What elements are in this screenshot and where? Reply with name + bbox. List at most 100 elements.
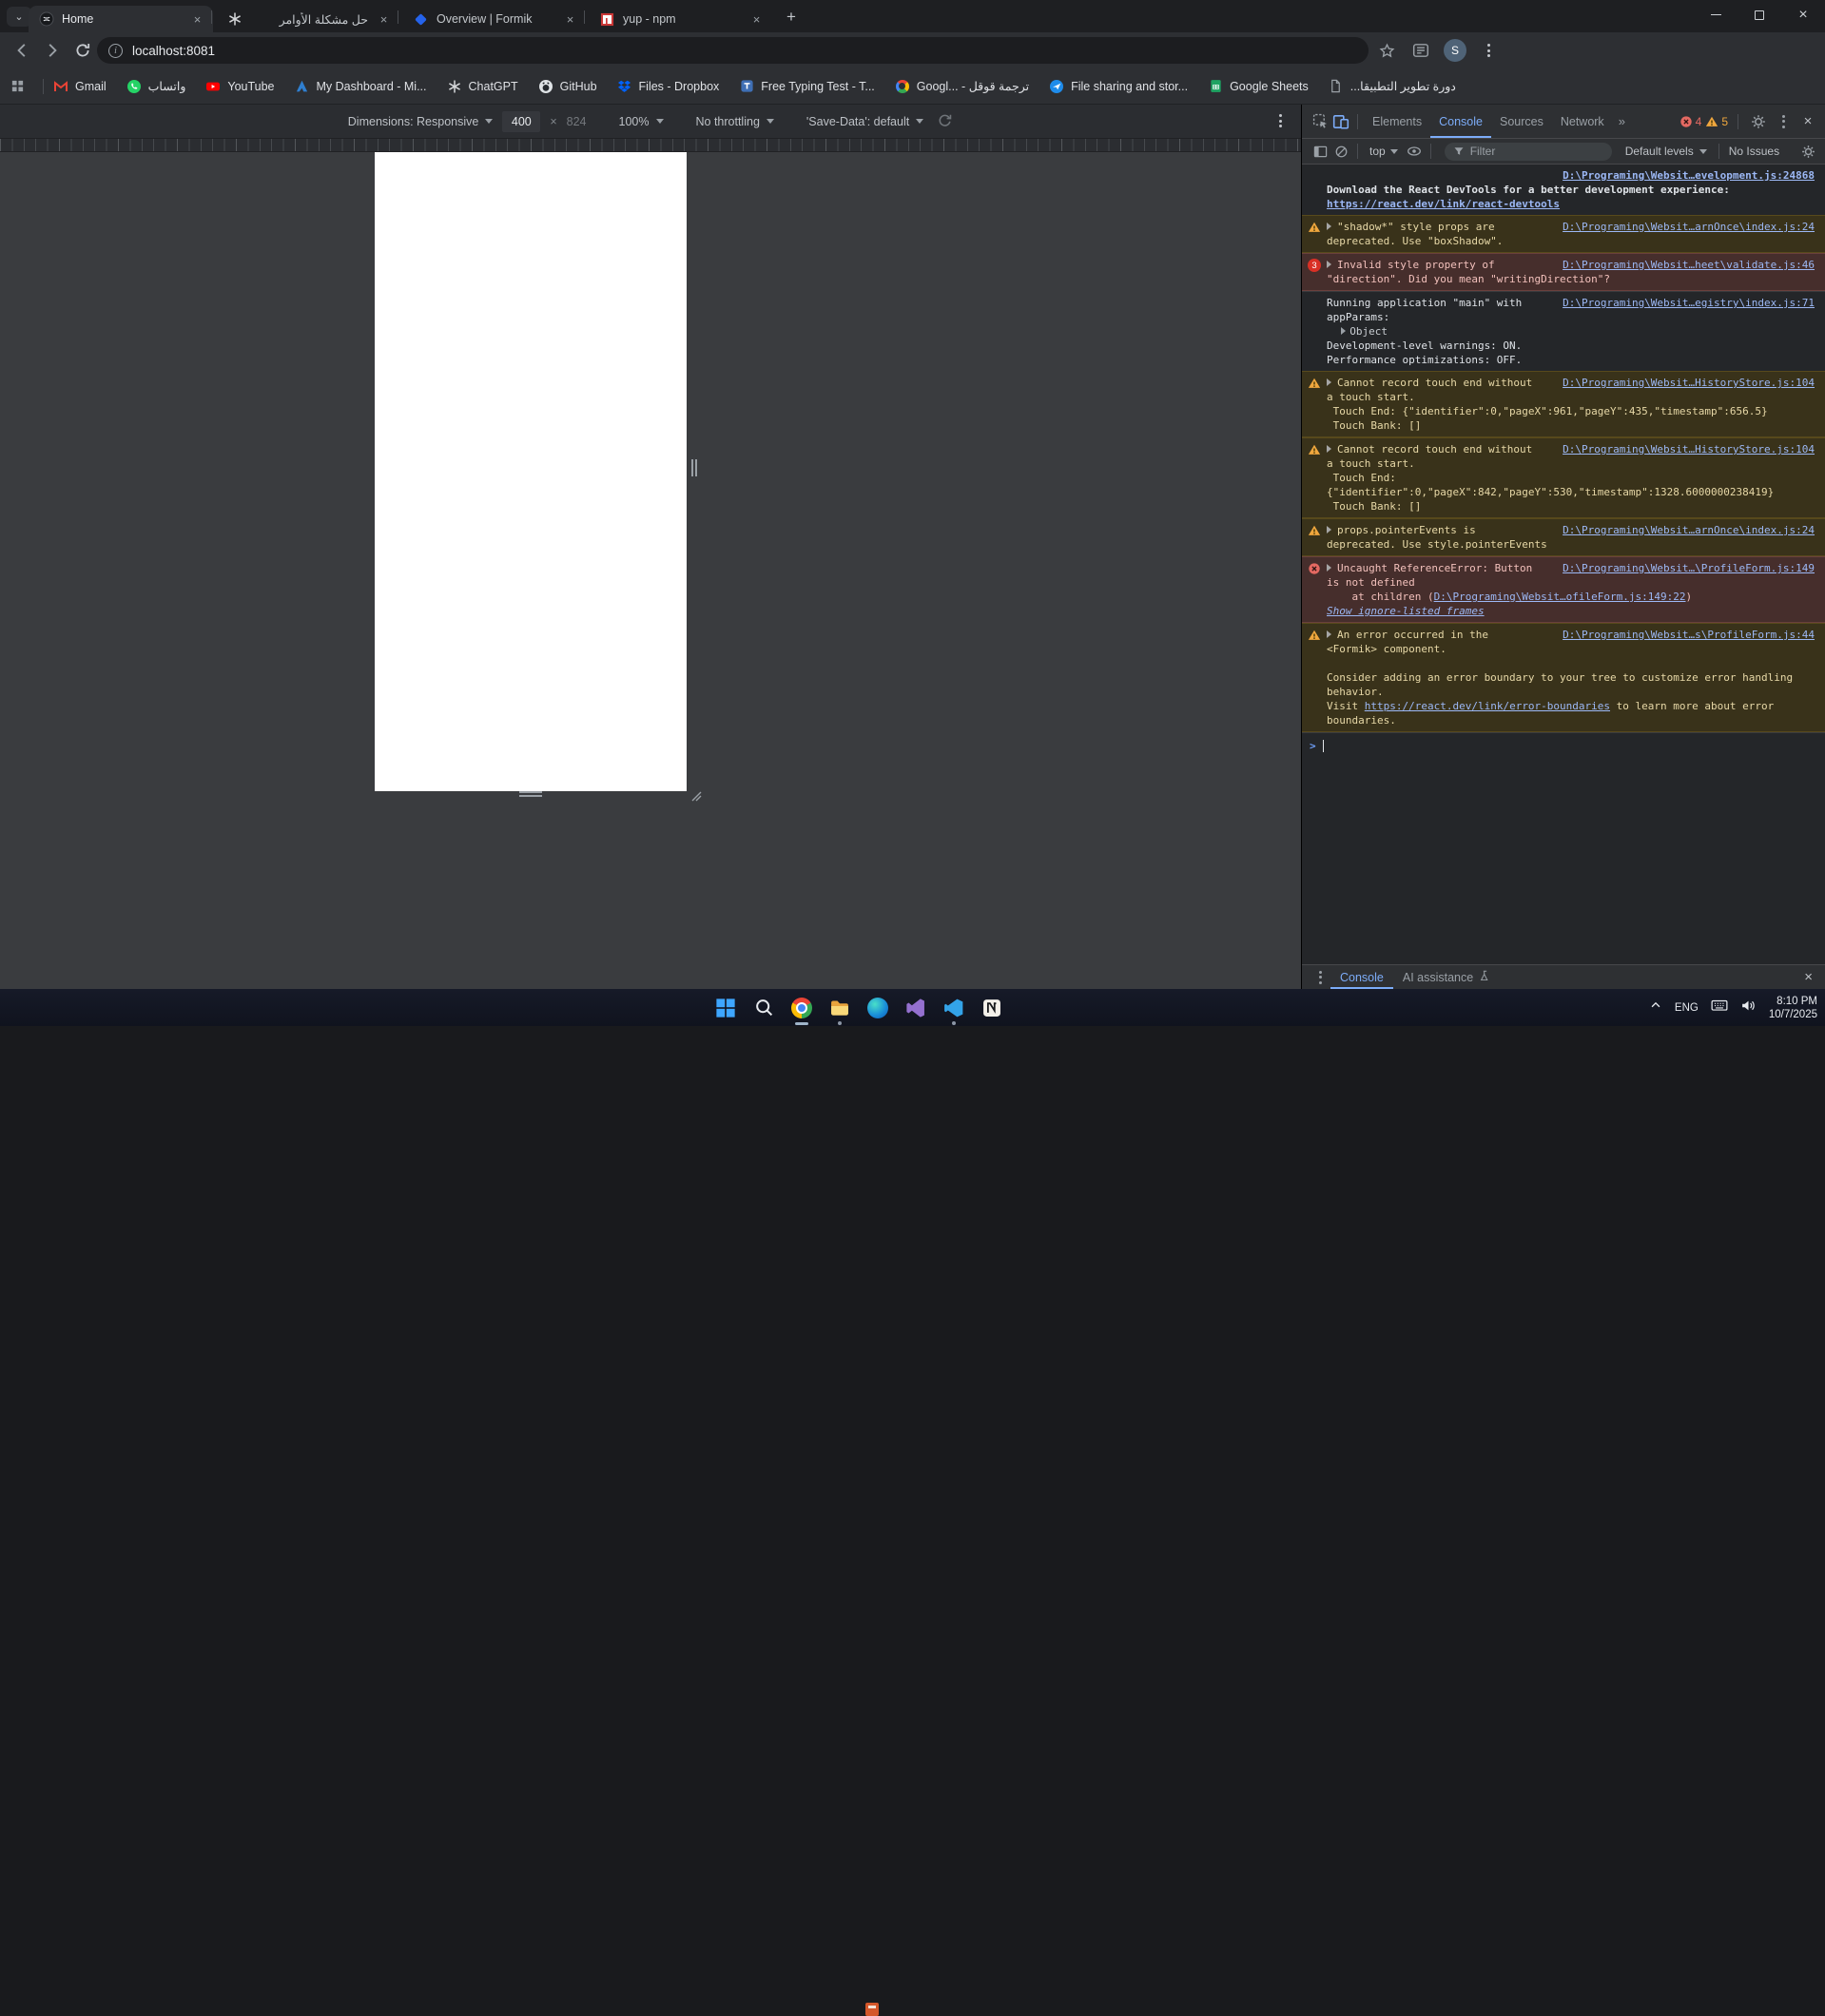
reload-button[interactable]	[70, 38, 95, 63]
taskbar-chrome-button[interactable]	[787, 994, 816, 1025]
window-minimize-button[interactable]	[1694, 0, 1738, 29]
source-location-link[interactable]: D:\Programing\Websit…HistoryStore.js:104	[1563, 442, 1815, 456]
tab-close-button[interactable]: ×	[376, 11, 392, 28]
save-data-select[interactable]: 'Save-Data': default	[806, 115, 924, 128]
taskbar-start-button[interactable]	[711, 994, 740, 1022]
device-width-input[interactable]	[502, 110, 541, 132]
reading-list-button[interactable]	[1410, 40, 1431, 61]
show-frames-link[interactable]: Show ignore-listed frames	[1327, 605, 1485, 617]
new-tab-button[interactable]: +	[780, 7, 803, 28]
volume-button[interactable]	[1740, 998, 1757, 1018]
taskbar-notion-button[interactable]	[978, 994, 1006, 1022]
expand-caret-icon[interactable]	[1327, 564, 1331, 572]
message-link[interactable]: https://react.dev/link/error-boundaries	[1365, 700, 1610, 712]
console-error-badge[interactable]: 4	[1679, 115, 1701, 128]
devtools-tab-elements[interactable]: Elements	[1364, 105, 1430, 138]
bookmark-item[interactable]: Google Sheets	[1208, 79, 1309, 94]
bookmark-star-button[interactable]	[1376, 40, 1397, 61]
expand-caret-icon[interactable]	[1327, 223, 1331, 230]
viewport-resize-handle-right[interactable]	[691, 459, 698, 476]
touch-keyboard-button[interactable]	[1711, 997, 1728, 1018]
dimensions-select[interactable]: Dimensions: Responsive	[348, 115, 494, 128]
rotate-button[interactable]	[937, 112, 953, 131]
bookmark-item[interactable]: YouTube	[205, 79, 275, 94]
toggle-device-toolbar-button[interactable]	[1330, 111, 1351, 132]
expand-caret-icon[interactable]	[1327, 378, 1331, 386]
source-location-link[interactable]: D:\Programing\Websit…heet\validate.js:46	[1563, 258, 1815, 272]
message-link[interactable]: D:\Programing\Websit…ofileForm.js:149:22	[1434, 591, 1686, 603]
window-maximize-button[interactable]	[1738, 0, 1781, 29]
message-link[interactable]: https://react.dev/link/react-devtools	[1327, 198, 1560, 210]
devtools-close-button[interactable]: ×	[1797, 111, 1818, 132]
browser-tab[interactable]: yup - npm ×	[590, 6, 772, 32]
source-location-link[interactable]: D:\Programing\Websit…egistry\index.js:71	[1563, 296, 1815, 310]
drawer-menu-button[interactable]	[1310, 967, 1330, 988]
bookmark-item[interactable]: ChatGPT	[447, 79, 518, 94]
bookmark-item[interactable]: Googl... - ترجمة قوقل	[895, 79, 1029, 94]
address-bar[interactable]: i localhost:8081	[97, 37, 1369, 64]
source-location-link[interactable]: D:\Programing\Websit…arnOnce\index.js:24	[1563, 220, 1815, 234]
bookmark-item[interactable]: GitHub	[538, 79, 597, 94]
devtools-settings-button[interactable]	[1748, 111, 1769, 132]
devtools-menu-button[interactable]	[1773, 111, 1794, 132]
viewport-resize-handle-bottom[interactable]	[519, 791, 542, 798]
source-location-link[interactable]: D:\Programing\Websit…arnOnce\index.js:24	[1563, 523, 1815, 537]
bookmark-item[interactable]: Gmail	[53, 79, 107, 94]
forward-button[interactable]	[40, 38, 65, 63]
browser-tab[interactable]: Overview | Formik ×	[403, 6, 586, 32]
bookmark-item[interactable]: Free Typing Test - T...	[739, 79, 875, 94]
source-location-link[interactable]: D:\Programing\Websit…\ProfileForm.js:149	[1563, 561, 1815, 575]
device-viewport[interactable]	[375, 152, 687, 791]
bookmark-item[interactable]: واتساب	[126, 79, 185, 94]
apps-shortcut[interactable]	[10, 79, 31, 94]
expand-caret-icon[interactable]	[1327, 445, 1331, 453]
source-location-link[interactable]: D:\Programing\Websit…evelopment.js:24868	[1336, 168, 1815, 183]
throttling-select[interactable]: No throttling	[696, 115, 774, 128]
taskbar-vscode-button[interactable]	[940, 994, 968, 1025]
expand-caret-icon[interactable]	[1327, 630, 1331, 638]
expand-caret-icon[interactable]	[1327, 261, 1331, 268]
taskbar-search-button[interactable]	[749, 994, 778, 1022]
expand-caret-icon[interactable]	[1341, 327, 1347, 335]
bookmark-item[interactable]: File sharing and stor...	[1049, 79, 1188, 94]
language-indicator[interactable]: ENG	[1675, 1002, 1699, 1014]
window-close-button[interactable]: ×	[1781, 0, 1825, 29]
clear-console-button[interactable]	[1330, 141, 1351, 162]
live-expression-button[interactable]	[1404, 141, 1425, 162]
taskbar-file-explorer-button[interactable]	[825, 994, 854, 1025]
tab-close-button[interactable]: ×	[189, 11, 205, 28]
device-toolbar-menu-button[interactable]	[1279, 114, 1282, 127]
source-location-link[interactable]: D:\Programing\Websit…s\ProfileForm.js:44	[1563, 628, 1815, 642]
issues-status[interactable]: No Issues	[1729, 145, 1779, 158]
viewport-resize-handle-corner[interactable]	[689, 788, 702, 802]
tab-close-button[interactable]: ×	[748, 11, 765, 28]
bookmark-item[interactable]: دورة تطوير التطبيقا...	[1329, 79, 1456, 94]
console-sidebar-toggle[interactable]	[1310, 141, 1330, 162]
taskbar-visual-studio-button[interactable]	[902, 994, 930, 1022]
more-tabs-button[interactable]: »	[1613, 114, 1632, 128]
site-info-icon[interactable]: i	[108, 43, 123, 58]
drawer-close-button[interactable]: ×	[1798, 969, 1818, 985]
object-preview[interactable]: Object	[1349, 325, 1388, 338]
tray-chevron-up-button[interactable]	[1649, 998, 1662, 1017]
console-prompt[interactable]: >	[1302, 732, 1825, 759]
taskbar-edge-button[interactable]	[864, 994, 892, 1022]
drawer-tab-console[interactable]: Console	[1330, 965, 1393, 989]
back-button[interactable]	[10, 38, 34, 63]
taskbar-clock[interactable]: 8:10 PM 10/7/2025	[1769, 995, 1817, 1021]
tab-close-button[interactable]: ×	[562, 11, 578, 28]
devtools-tab-network[interactable]: Network	[1552, 105, 1613, 138]
expand-caret-icon[interactable]	[1327, 526, 1331, 533]
inspect-element-button[interactable]	[1310, 111, 1330, 132]
bookmark-item[interactable]: My Dashboard - Mi...	[295, 79, 427, 94]
profile-avatar[interactable]: S	[1444, 39, 1466, 62]
devtools-tab-console[interactable]: Console	[1430, 105, 1491, 138]
log-levels-select[interactable]: Default levels	[1620, 145, 1713, 158]
drawer-tab-ai-assistance[interactable]: AI assistance	[1393, 965, 1501, 989]
bookmark-item[interactable]: Files - Dropbox	[617, 79, 719, 94]
zoom-select[interactable]: 100%	[619, 115, 664, 128]
devtools-tab-sources[interactable]: Sources	[1491, 105, 1552, 138]
console-settings-button[interactable]	[1797, 141, 1818, 162]
device-height-value[interactable]: 824	[567, 115, 587, 128]
execution-context-select[interactable]: top	[1364, 145, 1404, 158]
